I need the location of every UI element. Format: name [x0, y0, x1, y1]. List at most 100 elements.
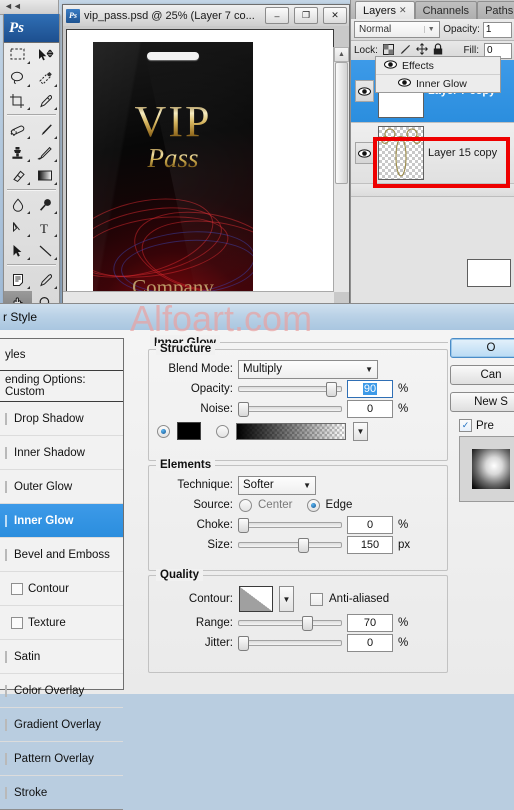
- contour-picker-chevron-icon[interactable]: ▼: [279, 586, 294, 612]
- slider-knob[interactable]: [238, 636, 249, 651]
- history-brush-tool[interactable]: [32, 141, 60, 164]
- chevron-down-icon[interactable]: ▼: [355, 365, 373, 374]
- noise-input[interactable]: 0: [347, 400, 393, 418]
- slider-knob[interactable]: [238, 402, 249, 417]
- pen-tool[interactable]: [4, 216, 32, 239]
- choke-slider[interactable]: [238, 518, 342, 533]
- glow-color-swatch[interactable]: [177, 422, 201, 440]
- source-center-radio[interactable]: [239, 498, 252, 512]
- new-style-button[interactable]: New S: [450, 392, 514, 412]
- blur-tool[interactable]: [4, 193, 32, 216]
- contour-preview[interactable]: [239, 586, 273, 612]
- opacity-slider[interactable]: [238, 382, 342, 397]
- gradient-fill-radio[interactable]: [216, 424, 229, 438]
- styles-list-item-blending-options[interactable]: ending Options: Custom: [0, 371, 123, 402]
- styles-list-item-satin[interactable]: Satin: [0, 640, 123, 674]
- close-button[interactable]: ✕: [323, 7, 347, 24]
- styles-list-item-inner-shadow[interactable]: Inner Shadow: [0, 436, 123, 470]
- path-selection-tool[interactable]: [4, 239, 32, 262]
- gradient-picker-chevron-icon[interactable]: ▼: [353, 421, 368, 441]
- layer-visibility-icon[interactable]: [355, 80, 374, 102]
- choke-input[interactable]: 0: [347, 516, 393, 534]
- layer-thumbnail[interactable]: [378, 126, 424, 180]
- styles-list-item-styles[interactable]: yles: [0, 339, 123, 371]
- styles-list-item-pattern-overlay[interactable]: Pattern Overlay: [0, 742, 123, 776]
- styles-list-item-color-overlay[interactable]: Color Overlay: [0, 674, 123, 708]
- partial-layer-thumbnail[interactable]: [467, 259, 511, 287]
- scroll-up-button[interactable]: ▲: [334, 47, 349, 62]
- effect-row-inner-glow[interactable]: Inner Glow: [376, 75, 500, 92]
- layer-row-layer-15-copy[interactable]: Layer 15 copy: [351, 123, 514, 184]
- noise-slider[interactable]: [238, 402, 342, 417]
- line-tool[interactable]: [32, 239, 60, 262]
- canvas-area[interactable]: VIP Pass Company: [66, 29, 334, 292]
- slider-knob[interactable]: [238, 518, 249, 533]
- styles-list-item-inner-glow[interactable]: Inner Glow: [0, 504, 123, 538]
- document-title-bar[interactable]: Ps vip_pass.psd @ 25% (Layer 7 co... – ❐…: [63, 5, 349, 27]
- technique-select[interactable]: Softer ▼: [238, 475, 316, 495]
- styles-list-item-stroke[interactable]: Stroke: [0, 776, 123, 810]
- color-fill-radio[interactable]: [157, 424, 170, 438]
- slider-knob[interactable]: [326, 382, 337, 397]
- size-slider[interactable]: [238, 538, 342, 553]
- cancel-button[interactable]: Can: [450, 365, 514, 385]
- size-input[interactable]: 150: [347, 536, 393, 554]
- slider-knob[interactable]: [302, 616, 313, 631]
- jitter-input[interactable]: 0: [347, 634, 393, 652]
- hand-tool[interactable]: [4, 291, 32, 303]
- vertical-scrollbar[interactable]: ▲: [333, 47, 349, 292]
- anti-aliased-checkbox[interactable]: [310, 592, 323, 606]
- dodge-tool[interactable]: [32, 193, 60, 216]
- ok-button[interactable]: O: [450, 338, 514, 358]
- layer-visibility-icon[interactable]: [355, 142, 374, 164]
- marquee-tool[interactable]: [4, 43, 32, 66]
- blend-mode-select[interactable]: Multiply ▼: [238, 359, 378, 379]
- quick-selection-tool[interactable]: [32, 66, 60, 89]
- move-tool[interactable]: [32, 43, 60, 66]
- tab-close-icon[interactable]: ✕: [399, 5, 407, 16]
- gradient-tool[interactable]: [32, 164, 60, 187]
- crop-tool[interactable]: [4, 89, 32, 112]
- styles-list-item-bevel-and-emboss[interactable]: Bevel and Emboss: [0, 538, 123, 572]
- zoom-tool[interactable]: [32, 291, 60, 303]
- horizontal-scrollbar[interactable]: [63, 291, 334, 303]
- range-slider[interactable]: [238, 616, 342, 631]
- notes-tool[interactable]: [4, 268, 32, 291]
- contour-checkbox[interactable]: [11, 582, 23, 595]
- inner-glow-visibility-icon[interactable]: [398, 77, 411, 90]
- eyedropper-tool[interactable]: [32, 89, 60, 112]
- tab-layers[interactable]: Layers ✕: [355, 1, 415, 19]
- brush-tool[interactable]: [32, 118, 60, 141]
- clone-stamp-tool[interactable]: [4, 141, 32, 164]
- minimize-button[interactable]: –: [265, 7, 289, 24]
- blend-mode-select[interactable]: Normal ▼: [354, 21, 441, 38]
- dialog-title-bar[interactable]: r Style: [0, 304, 514, 331]
- tab-channels[interactable]: Channels: [414, 1, 478, 19]
- gradient-preview[interactable]: [236, 422, 346, 440]
- healing-brush-tool[interactable]: [4, 118, 32, 141]
- slider-knob[interactable]: [298, 538, 309, 553]
- opacity-input[interactable]: 1: [482, 21, 512, 38]
- styles-list-item-contour[interactable]: Contour: [0, 572, 123, 606]
- texture-checkbox[interactable]: [11, 616, 23, 629]
- styles-list-item-drop-shadow[interactable]: Drop Shadow: [0, 402, 123, 436]
- styles-list-item-texture[interactable]: Texture: [0, 606, 123, 640]
- source-edge-radio[interactable]: [306, 498, 320, 512]
- effects-row[interactable]: Effects: [376, 57, 500, 75]
- collapse-arrows-icon[interactable]: ◄◄: [4, 1, 22, 12]
- panel-collapse-strip[interactable]: ◄◄: [0, 0, 59, 15]
- tab-paths[interactable]: Paths: [477, 1, 514, 19]
- styles-list-item-outer-glow[interactable]: Outer Glow: [0, 470, 123, 504]
- chevron-down-icon[interactable]: ▼: [293, 481, 311, 490]
- effects-visibility-icon[interactable]: [384, 59, 397, 72]
- lasso-tool[interactable]: [4, 66, 32, 89]
- chevron-down-icon[interactable]: ▼: [424, 26, 437, 33]
- type-tool[interactable]: T: [32, 216, 60, 239]
- opacity-input[interactable]: 90: [347, 380, 393, 398]
- eyedropper-tool-2[interactable]: [32, 268, 60, 291]
- jitter-slider[interactable]: [238, 636, 342, 651]
- range-input[interactable]: 70: [347, 614, 393, 632]
- eraser-tool[interactable]: [4, 164, 32, 187]
- preview-checkbox[interactable]: ✓: [459, 419, 472, 432]
- scroll-thumb[interactable]: [335, 62, 348, 184]
